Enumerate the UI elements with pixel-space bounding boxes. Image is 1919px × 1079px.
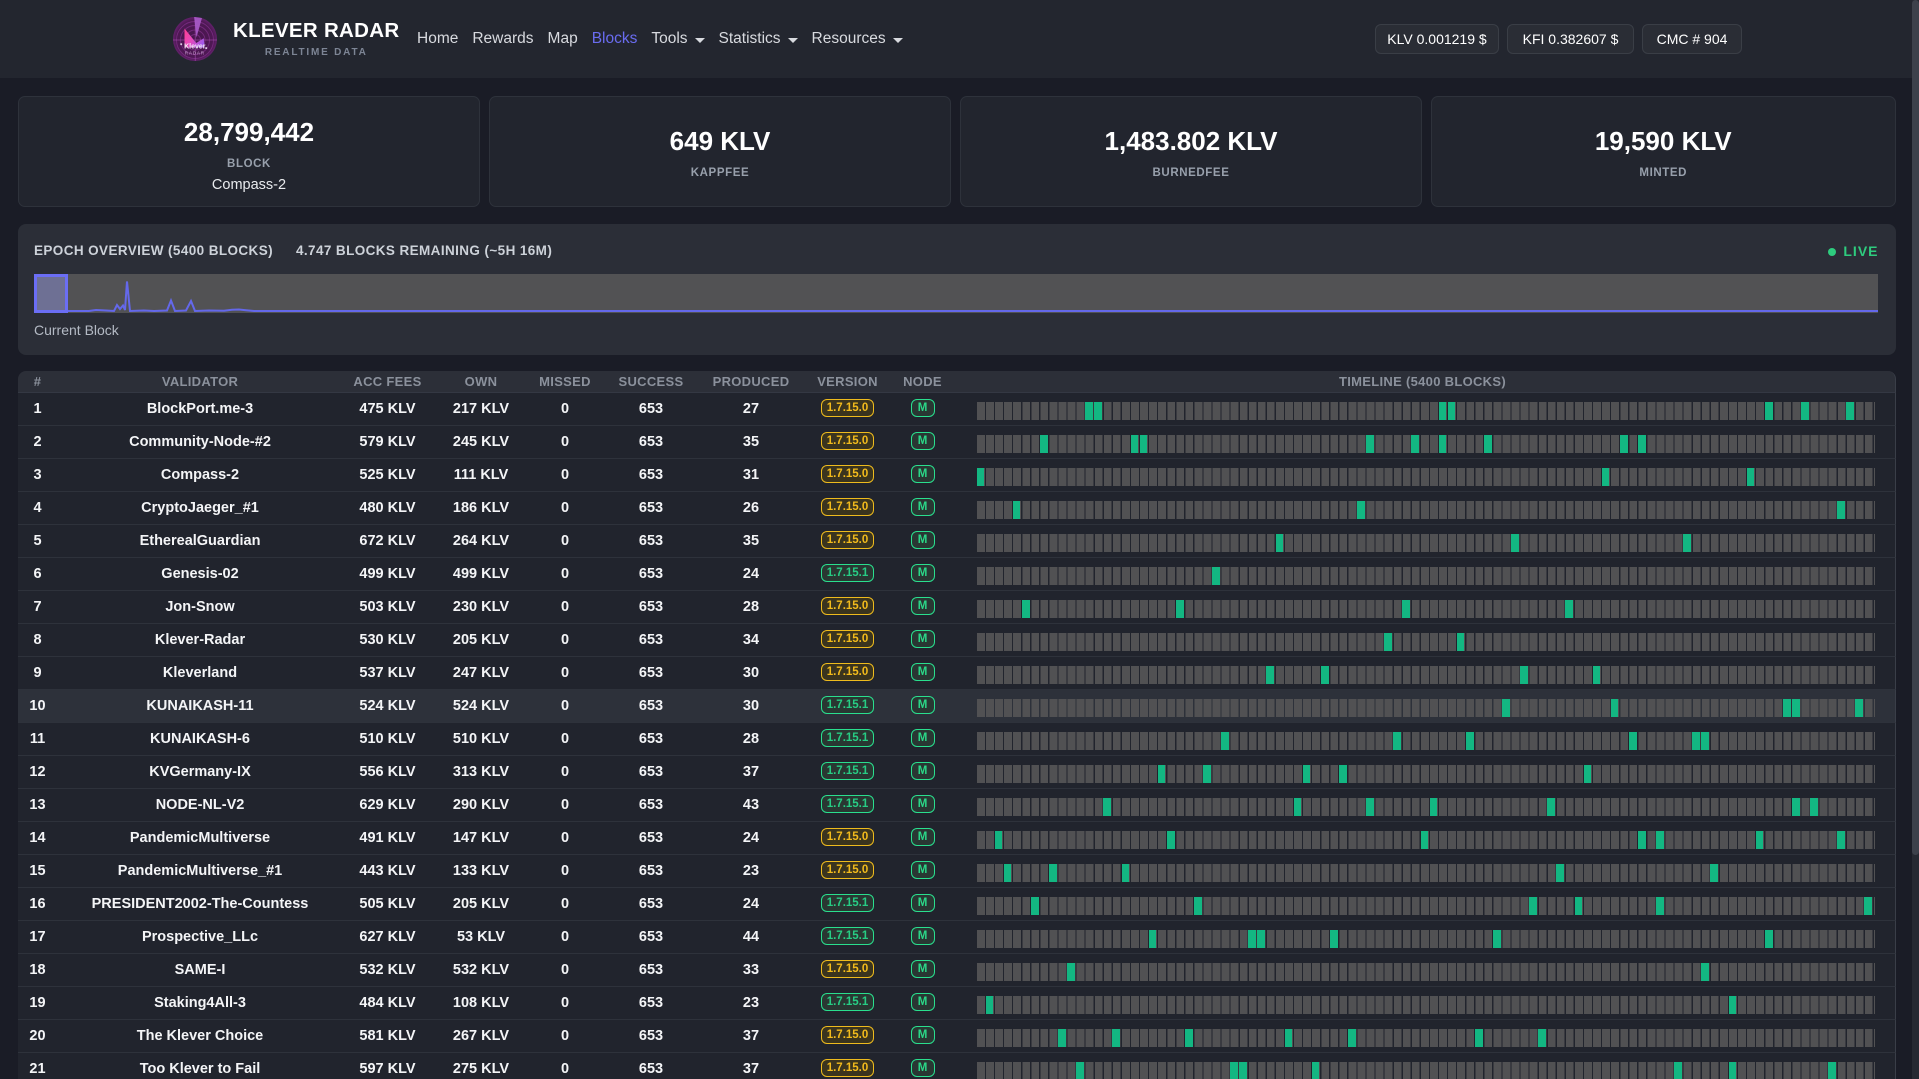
svg-text:Klever: Klever (184, 44, 206, 51)
svg-text:RADAR: RADAR (185, 51, 205, 56)
